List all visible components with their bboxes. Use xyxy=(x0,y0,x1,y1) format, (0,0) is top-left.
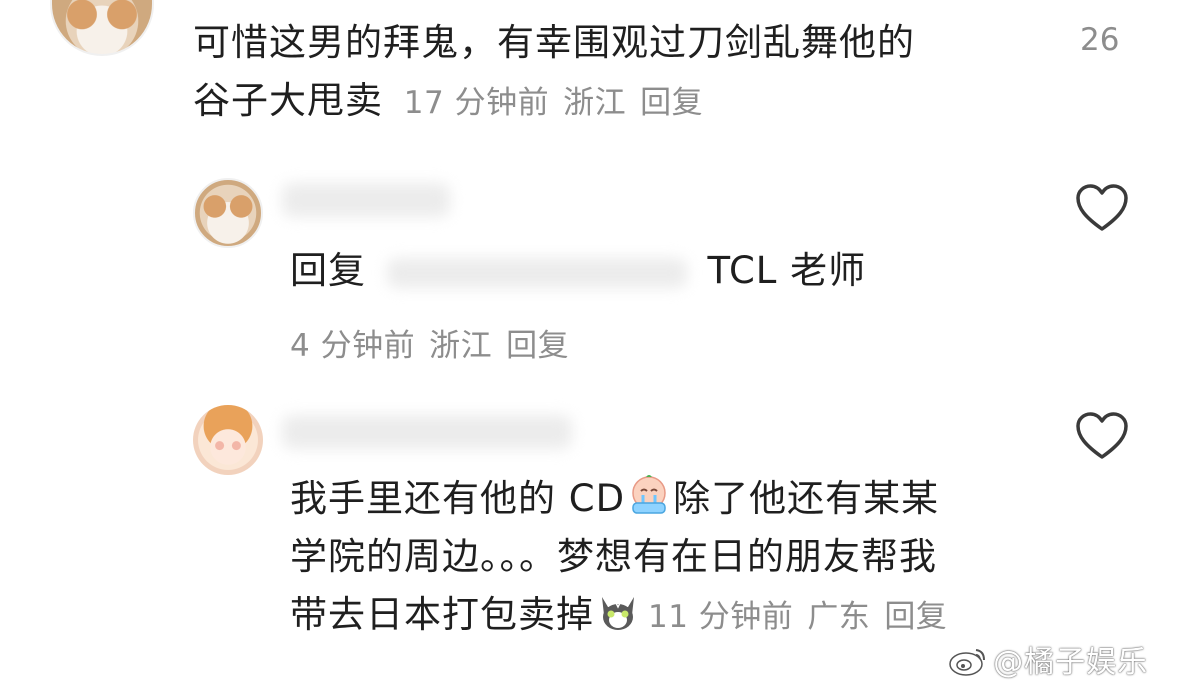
comment-text-part: 除了他还有某某 xyxy=(673,477,940,520)
comment-line: 谷子大甩卖 xyxy=(193,79,383,122)
heart-outline-icon[interactable] xyxy=(1075,411,1129,461)
username-blurred[interactable] xyxy=(282,183,450,217)
cat-face-emoji xyxy=(602,597,634,630)
username-blurred[interactable] xyxy=(282,415,572,449)
comment-text: 可惜这男的拜鬼，有幸围观过刀剑乱舞他的 谷子大甩卖 17 分钟前 浙江 回复 xyxy=(193,14,1043,132)
comment-line: 学院的周边。。。梦想有在日的朋友帮我 xyxy=(290,535,937,578)
comment-line: 我手里还有他的 CD 除了他还有某某 xyxy=(290,470,1070,528)
comment-location: 广东 xyxy=(807,599,871,635)
comment-text-part: 我手里还有他的 CD xyxy=(290,477,626,520)
comment-meta: 11 分钟前 广东 回复 xyxy=(648,599,961,635)
comment-meta: 4 分钟前 浙江 回复 xyxy=(290,320,583,365)
reply-button[interactable]: 回复 xyxy=(640,85,703,121)
comment-time: 17 分钟前 xyxy=(403,85,550,121)
comment-line: 可惜这男的拜鬼，有幸围观过刀剑乱舞他的 xyxy=(193,21,915,64)
comment-line-with-meta: 谷子大甩卖 17 分钟前 浙江 回复 xyxy=(193,72,1043,132)
comment-time: 4 分钟前 xyxy=(290,328,416,364)
comment-line: 带去日本打包卖掉 xyxy=(290,593,594,636)
crying-face-emoji xyxy=(632,475,666,514)
avatar[interactable] xyxy=(193,405,263,475)
weibo-logo-icon xyxy=(949,649,985,676)
watermark: @橘子娱乐 xyxy=(948,637,1148,681)
like-count: 26 xyxy=(1080,22,1120,58)
reply-button[interactable]: 回复 xyxy=(884,599,947,635)
watermark-text: @橘子娱乐 xyxy=(993,645,1149,680)
comment-text: 回复 TCL 老师 xyxy=(290,242,866,300)
comment-meta: 17 分钟前 浙江 回复 xyxy=(404,85,703,121)
heart-outline-icon[interactable] xyxy=(1075,183,1129,233)
comment-location: 浙江 xyxy=(563,85,627,121)
reply-button[interactable]: 回复 xyxy=(506,328,569,364)
reply-prefix: 回复 xyxy=(290,249,366,292)
comment-text-suffix: TCL 老师 xyxy=(707,249,867,292)
avatar[interactable] xyxy=(193,178,263,248)
avatar[interactable] xyxy=(50,0,154,56)
mention-blurred[interactable] xyxy=(386,257,687,288)
comment-text: 我手里还有他的 CD 除了他还有某某 学院的周边。。。梦想有在日的朋友帮我 带去… xyxy=(290,470,1070,646)
comment-location: 浙江 xyxy=(429,328,493,364)
comment-time: 11 分钟前 xyxy=(648,599,794,635)
